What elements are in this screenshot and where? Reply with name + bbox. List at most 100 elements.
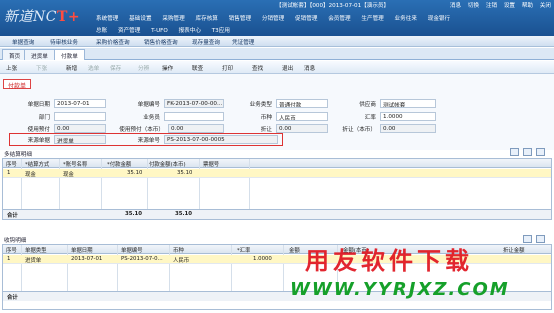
- split-button[interactable]: 分辨: [138, 64, 149, 72]
- tab-payment[interactable]: 付款单: [54, 49, 85, 60]
- rate-label: 汇率: [364, 115, 376, 121]
- cell[interactable]: 进货单: [25, 256, 41, 264]
- cell[interactable]: 2013-07-01: [71, 256, 102, 262]
- menu-item[interactable]: 报表中心: [179, 26, 201, 34]
- tab-purchase-receipt[interactable]: 进货单: [24, 49, 55, 60]
- quick-link[interactable]: 待审核业务: [50, 38, 78, 46]
- operate-button[interactable]: 操作: [162, 64, 173, 72]
- cell[interactable]: 现金: [63, 170, 74, 178]
- total-label: 合计: [7, 295, 18, 301]
- col-header: 币种: [173, 248, 184, 254]
- header-links: 消息 切换 注销 设置 帮助 关闭: [445, 1, 551, 9]
- menu-item[interactable]: 促销管理: [295, 14, 317, 22]
- main-menu-row1: 系统管理 基础设置 采购管理 库存核算 销售管理 分销管理 促销管理 会员管理 …: [96, 14, 459, 22]
- quick-link[interactable]: 现存量查询: [192, 38, 220, 46]
- logo-suffix: T+: [56, 9, 81, 25]
- cell[interactable]: 人民币: [173, 256, 189, 264]
- quick-link[interactable]: 凭证管理: [232, 38, 254, 46]
- supplier-label: 供应商: [359, 102, 376, 108]
- col-header: 单据类型: [25, 248, 47, 254]
- settings-link[interactable]: 设置: [504, 3, 515, 9]
- table-row[interactable]: 1 现金 现金 35.10 35.10: [3, 169, 551, 178]
- menu-item[interactable]: 分销管理: [262, 14, 284, 22]
- menu-item[interactable]: 基础设置: [129, 14, 151, 22]
- doc-no-field[interactable]: FK-2013-07-00-00...: [164, 99, 224, 108]
- prepay-local-field[interactable]: 0.00: [168, 124, 224, 133]
- menu-item[interactable]: 会员管理: [328, 14, 350, 22]
- new-button[interactable]: 新增: [66, 64, 77, 72]
- menu-item[interactable]: 库存核算: [196, 14, 218, 22]
- close-link[interactable]: 关闭: [540, 3, 551, 9]
- cell[interactable]: 35.10: [127, 170, 142, 176]
- col-header: 付款金额(本币): [149, 162, 186, 168]
- discount-field[interactable]: 0.00: [276, 124, 328, 133]
- currency-select[interactable]: 人民币: [276, 112, 328, 121]
- settle-grid: 序号 *结算方式 *账号名称 *付款金额 付款金额(本币) 票据号 1 现金 现…: [2, 158, 552, 220]
- menu-item[interactable]: 现金银行: [428, 14, 450, 22]
- supplier-field[interactable]: 测试帐套: [380, 99, 436, 108]
- find-button[interactable]: 查找: [252, 64, 263, 72]
- expand-icon[interactable]: [523, 235, 532, 243]
- doc-date-field[interactable]: 2013-07-01: [54, 99, 106, 108]
- tab-strip: 首页 进货单 付款单: [0, 48, 554, 60]
- menu-item[interactable]: T3应用: [212, 26, 230, 34]
- delete-row-icon[interactable]: [523, 148, 532, 156]
- linked-query-button[interactable]: 联查: [192, 64, 203, 72]
- menu-item[interactable]: T-UFO: [151, 28, 168, 34]
- col-header: 单据编号: [121, 248, 143, 254]
- quick-link[interactable]: 采购价格查询: [96, 38, 130, 46]
- col-header: *汇率: [237, 248, 251, 254]
- cell[interactable]: PS-2013-07-0...: [121, 256, 167, 262]
- main-menu-row2: 总账 资产管理 T-UFO 报表中心 T3应用: [96, 26, 239, 34]
- message-button[interactable]: 消息: [304, 64, 315, 72]
- app-logo: 新道NCT+: [4, 6, 80, 26]
- menu-item[interactable]: 资产管理: [118, 26, 140, 34]
- messages-link[interactable]: 消息: [450, 3, 461, 9]
- prepay-field[interactable]: 0.00: [54, 124, 106, 133]
- discount-local-field[interactable]: 0.00: [380, 124, 436, 133]
- menu-item[interactable]: 采购管理: [162, 14, 184, 22]
- dept-field[interactable]: [54, 112, 106, 121]
- total-value: 35.10: [175, 211, 193, 217]
- exit-button[interactable]: 退出: [282, 64, 293, 72]
- rate-field[interactable]: 1.0000: [380, 112, 436, 121]
- quick-link[interactable]: 单据查询: [12, 38, 34, 46]
- account-info: 【测试帐套】【000】2013-07-01【演示员】: [276, 3, 390, 9]
- add-row-icon[interactable]: [510, 148, 519, 156]
- select-doc-button[interactable]: 选单: [88, 64, 99, 72]
- settle-grid-header: 序号 *结算方式 *账号名称 *付款金额 付款金额(本币) 票据号: [3, 159, 551, 168]
- currency-label: 币种: [260, 115, 272, 121]
- clerk-field[interactable]: [164, 112, 224, 121]
- cell: 1: [7, 170, 11, 176]
- col-header: 单据日期: [71, 248, 93, 254]
- menu-item[interactable]: 业务往来: [395, 14, 417, 22]
- doc-date-label: 单据日期: [27, 102, 50, 108]
- logo-text: 新道NC: [4, 9, 57, 25]
- cell: 1: [7, 256, 11, 262]
- help-link[interactable]: 帮助: [522, 3, 533, 9]
- menu-item[interactable]: 总账: [96, 26, 107, 34]
- prev-button[interactable]: 上张: [6, 64, 17, 72]
- biz-type-select[interactable]: 普通付款: [276, 99, 328, 108]
- collapse-icon[interactable]: [536, 235, 545, 243]
- total-label: 合计: [7, 213, 18, 219]
- menu-item[interactable]: 销售管理: [229, 14, 251, 22]
- cell[interactable]: 35.10: [177, 170, 192, 176]
- cell[interactable]: 1.0000: [253, 256, 272, 262]
- next-button[interactable]: 下张: [36, 64, 47, 72]
- settle-grid-title: 多结算明细: [4, 152, 32, 158]
- save-button[interactable]: 保存: [110, 64, 121, 72]
- print-button[interactable]: 打印: [222, 64, 233, 72]
- export-icon[interactable]: [536, 148, 545, 156]
- top-header: 新道NCT+ 【测试帐套】【000】2013-07-01【演示员】 消息 切换 …: [0, 0, 554, 36]
- logout-link[interactable]: 注销: [486, 3, 497, 9]
- cell[interactable]: 现金: [25, 170, 36, 178]
- quick-link[interactable]: 销售价格查询: [144, 38, 178, 46]
- dept-label: 部门: [38, 115, 50, 121]
- menu-item[interactable]: 生产管理: [361, 14, 383, 22]
- doc-no-label: 单据编号: [137, 102, 160, 108]
- total-value: 35.10: [125, 211, 143, 217]
- menu-item[interactable]: 系统管理: [96, 14, 118, 22]
- col-header: 票据号: [203, 162, 220, 168]
- switch-link[interactable]: 切换: [468, 3, 479, 9]
